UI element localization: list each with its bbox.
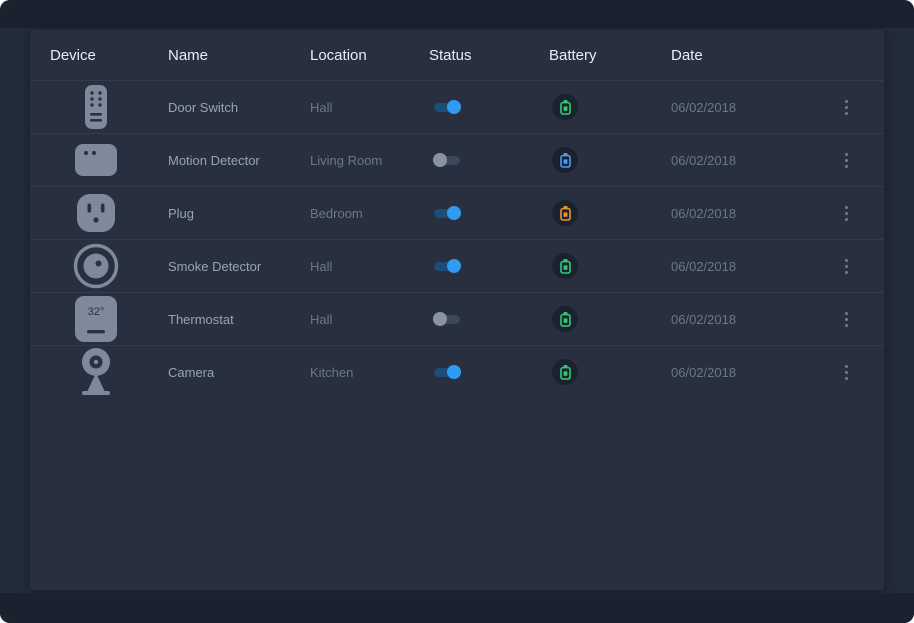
device-name-label: Camera (168, 365, 310, 380)
status-toggle[interactable] (433, 206, 461, 220)
table-row: 32° Thermostat Hall 06/02/2018 (30, 292, 884, 345)
device-name-label: Thermostat (168, 312, 310, 327)
status-cell (429, 206, 549, 220)
status-toggle[interactable] (433, 100, 461, 114)
status-cell (429, 100, 549, 114)
battery-icon (552, 253, 578, 279)
battery-cell (549, 94, 671, 120)
column-header-device: Device (50, 47, 168, 64)
column-header-battery: Battery (549, 47, 671, 64)
row-menu-button[interactable] (832, 149, 860, 172)
device-name-label: Smoke Detector (168, 259, 310, 274)
battery-cell (549, 200, 671, 226)
device-location-label: Hall (310, 100, 429, 115)
column-header-location: Location (310, 47, 429, 64)
table-row: Door Switch Hall 06/02/2018 (30, 80, 884, 133)
status-toggle[interactable] (433, 259, 461, 273)
device-date-label: 06/02/2018 (671, 312, 832, 327)
table-body: Door Switch Hall 06/02/2018 (30, 80, 884, 398)
column-header-date: Date (671, 47, 832, 64)
battery-icon (552, 359, 578, 385)
status-cell (429, 365, 549, 379)
toggle-knob (447, 365, 461, 379)
toggle-knob (447, 259, 461, 273)
thermostat-icon: 32° (72, 293, 120, 345)
device-date-label: 06/02/2018 (671, 100, 832, 115)
device-table-card: Device Name Location Status Battery Date… (30, 30, 884, 590)
camera-icon (72, 346, 120, 398)
status-cell (429, 153, 549, 167)
battery-cell (549, 253, 671, 279)
row-menu-button[interactable] (832, 96, 860, 119)
svg-text:32°: 32° (88, 306, 105, 318)
battery-cell (549, 306, 671, 332)
device-name-label: Plug (168, 206, 310, 221)
device-name-label: Door Switch (168, 100, 310, 115)
motion-detector-icon (72, 134, 120, 186)
device-location-label: Hall (310, 259, 429, 274)
toggle-knob (433, 153, 447, 167)
device-date-label: 06/02/2018 (671, 259, 832, 274)
device-date-label: 06/02/2018 (671, 153, 832, 168)
status-toggle[interactable] (433, 365, 461, 379)
battery-icon (552, 200, 578, 226)
device-location-label: Living Room (310, 153, 429, 168)
window-bottom-bar (0, 593, 914, 623)
status-cell (429, 312, 549, 326)
device-location-label: Bedroom (310, 206, 429, 221)
device-name-label: Motion Detector (168, 153, 310, 168)
table-row: Plug Bedroom 06/02/2018 (30, 186, 884, 239)
toggle-knob (447, 100, 461, 114)
status-cell (429, 259, 549, 273)
main-content: Device Name Location Status Battery Date… (0, 28, 914, 593)
device-date-label: 06/02/2018 (671, 206, 832, 221)
toggle-knob (447, 206, 461, 220)
row-menu-button[interactable] (832, 308, 860, 331)
battery-cell (549, 147, 671, 173)
table-header: Device Name Location Status Battery Date (30, 30, 884, 80)
column-header-name: Name (168, 47, 310, 64)
battery-icon (552, 94, 578, 120)
app-window: Device Name Location Status Battery Date… (0, 0, 914, 623)
window-top-bar (0, 0, 914, 28)
plug-icon (72, 187, 120, 239)
device-date-label: 06/02/2018 (671, 365, 832, 380)
door-switch-icon (72, 81, 120, 133)
row-menu-button[interactable] (832, 255, 860, 278)
status-toggle[interactable] (433, 312, 461, 326)
battery-icon (552, 147, 578, 173)
table-row: Camera Kitchen 06/02/2018 (30, 345, 884, 398)
toggle-knob (433, 312, 447, 326)
column-header-status: Status (429, 47, 549, 64)
row-menu-button[interactable] (832, 202, 860, 225)
battery-cell (549, 359, 671, 385)
smoke-detector-icon (72, 240, 120, 292)
status-toggle[interactable] (433, 153, 461, 167)
device-location-label: Hall (310, 312, 429, 327)
row-menu-button[interactable] (832, 361, 860, 384)
battery-icon (552, 306, 578, 332)
device-location-label: Kitchen (310, 365, 429, 380)
table-row: Motion Detector Living Room 06/02/2018 (30, 133, 884, 186)
table-row: Smoke Detector Hall 06/02/2018 (30, 239, 884, 292)
